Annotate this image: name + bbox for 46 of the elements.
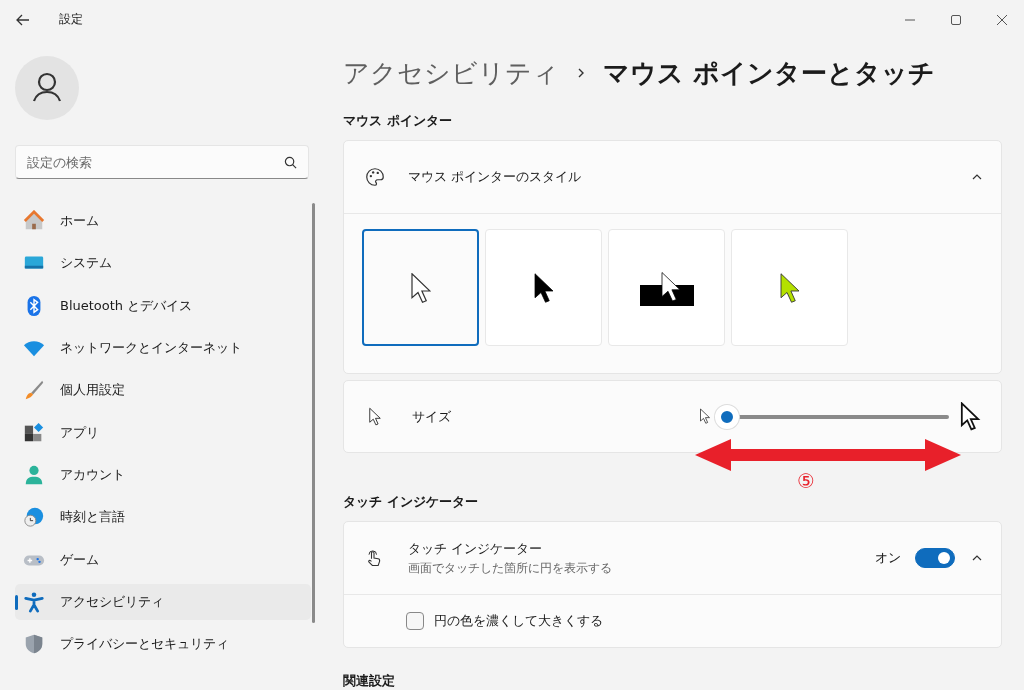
apps-icon <box>23 421 45 444</box>
nav-item[interactable]: プライバシーとセキュリティ <box>15 625 311 663</box>
nav-item[interactable]: ゲーム <box>15 541 311 578</box>
nav-item[interactable]: アクセシビリティ <box>15 583 311 620</box>
nav-item[interactable]: アカウント <box>15 456 311 494</box>
pointer-icon <box>779 272 800 303</box>
nav-item[interactable]: 個人用設定 <box>15 372 311 409</box>
nav-item[interactable]: Bluetooth とデバイス <box>15 287 311 324</box>
avatar[interactable] <box>15 56 79 120</box>
page-title: マウス ポインターとタッチ <box>603 56 936 90</box>
account-icon <box>23 463 45 486</box>
pointer-icon <box>368 406 382 427</box>
time-icon <box>23 506 45 529</box>
scrollbar[interactable] <box>312 203 315 623</box>
setting-description: 画面でタッチした箇所に円を表示する <box>408 559 612 577</box>
search-field[interactable]: 設定の検索 <box>15 145 309 179</box>
annotation-number: ⑤ <box>797 469 815 493</box>
small-pointer-icon <box>699 408 711 425</box>
shield-icon <box>23 633 45 656</box>
section-heading: マウス ポインター <box>343 112 453 130</box>
nav-item[interactable]: ネットワークとインターネット <box>15 329 311 367</box>
setting-label: マウス ポインターのスタイル <box>408 168 582 186</box>
close-icon[interactable] <box>996 13 1008 26</box>
palette-icon <box>364 166 386 188</box>
search-icon[interactable] <box>284 156 297 169</box>
breadcrumb-link[interactable]: アクセシビリティ <box>343 55 559 91</box>
setting-label: サイズ <box>412 407 451 426</box>
brush-icon <box>23 379 45 402</box>
checkbox-label: 円の色を濃くして大きくする <box>434 612 603 630</box>
checkbox[interactable] <box>406 612 424 630</box>
maximize-icon[interactable] <box>950 13 962 26</box>
accessibility-icon <box>23 590 45 613</box>
nav-item[interactable]: システム <box>15 245 311 282</box>
nav-item[interactable]: 時刻と言語 <box>15 499 311 536</box>
slider-thumb[interactable] <box>715 404 739 429</box>
pointer-icon <box>410 272 431 303</box>
pointer-icon <box>533 272 554 303</box>
nav-item[interactable]: アプリ <box>15 414 311 451</box>
setting-label: タッチ インジケーター <box>408 539 544 558</box>
window-title: 設定 <box>59 11 83 28</box>
nav-item[interactable]: ホーム <box>15 203 311 240</box>
section-heading: タッチ インジケーター <box>343 493 479 511</box>
large-pointer-icon <box>959 401 981 432</box>
toggle-switch[interactable] <box>915 548 955 568</box>
toggle-state-label: オン <box>875 549 901 567</box>
section-heading: 関連設定 <box>343 672 396 690</box>
